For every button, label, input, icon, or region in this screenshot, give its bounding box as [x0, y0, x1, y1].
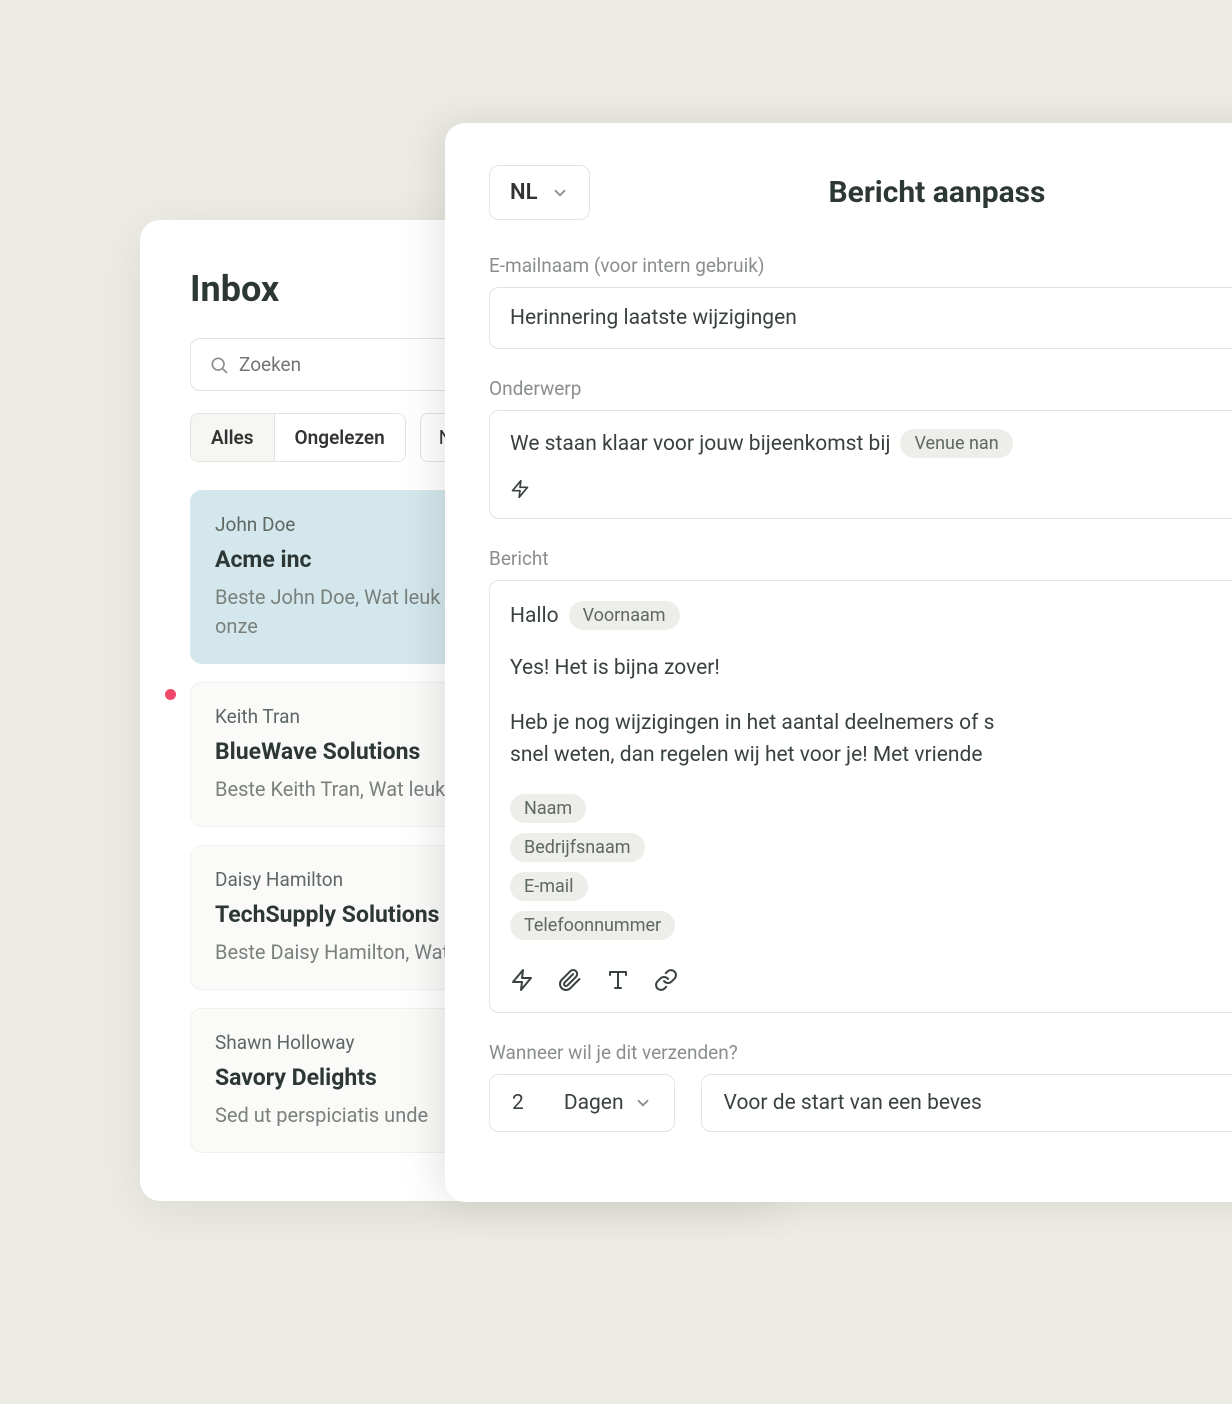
variable-token[interactable]: E-mail: [510, 872, 588, 901]
delay-quantity-select[interactable]: 2 Dagen: [489, 1074, 675, 1132]
language-select[interactable]: NL: [489, 165, 590, 220]
email-name-input[interactable]: [489, 287, 1232, 349]
greeting-line: Hallo Voornaam: [510, 601, 1232, 630]
variable-token[interactable]: Voornaam: [569, 601, 680, 630]
body-text: Heb je nog wijzigingen in het aantal dee…: [510, 707, 1232, 772]
delay-number: 2: [512, 1091, 524, 1115]
link-icon[interactable]: [654, 968, 678, 992]
field-label: Onderwerp: [489, 377, 1232, 400]
tab-group-status: Alles Ongelezen: [190, 413, 406, 462]
editor-toolbar: [510, 962, 1232, 992]
field-label: Bericht: [489, 547, 1232, 570]
variable-token[interactable]: Telefoonnummer: [510, 911, 675, 940]
subject-text: We staan klaar voor jouw bijeenkomst bij: [510, 432, 890, 456]
variable-token[interactable]: Bedrijfsnaam: [510, 833, 645, 862]
text-format-icon[interactable]: [606, 968, 630, 992]
subject-field: Onderwerp We staan klaar voor jouw bijee…: [489, 377, 1232, 519]
message-editor-panel: NL Bericht aanpass E-mailnaam (voor inte…: [445, 123, 1232, 1202]
variable-token[interactable]: Naam: [510, 794, 586, 823]
tab-all[interactable]: Alles: [191, 414, 274, 461]
language-value: NL: [510, 180, 537, 205]
subject-input[interactable]: We staan klaar voor jouw bijeenkomst bij…: [489, 410, 1232, 519]
when-field: Wanneer wil je dit verzenden? 2 Dagen Vo…: [489, 1041, 1232, 1132]
editor-header: NL Bericht aanpass: [489, 165, 1232, 220]
search-icon: [209, 355, 229, 375]
token-signature: Naam Bedrijfsnaam E-mail Telefoonnummer: [510, 794, 1232, 940]
email-name-field: E-mailnaam (voor intern gebruik): [489, 254, 1232, 349]
message-body-field: Bericht Hallo Voornaam Yes! Het is bijna…: [489, 547, 1232, 1013]
body-text: Yes! Het is bijna zover!: [510, 652, 1232, 685]
chevron-down-icon: [551, 184, 569, 202]
field-label: E-mailnaam (voor intern gebruik): [489, 254, 1232, 277]
when-row: 2 Dagen Voor de start van een beves: [489, 1074, 1232, 1132]
chevron-down-icon: [634, 1094, 652, 1112]
unread-indicator-icon: [165, 689, 176, 700]
variable-token[interactable]: Venue nan: [900, 429, 1012, 458]
delay-unit: Dagen: [564, 1091, 624, 1115]
editor-title: Bericht aanpass: [828, 175, 1045, 210]
subject-content: We staan klaar voor jouw bijeenkomst bij…: [510, 429, 1232, 458]
trigger-select[interactable]: Voor de start van een beves: [701, 1074, 1232, 1132]
trigger-text: Voor de start van een beves: [724, 1091, 982, 1115]
field-label: Wanneer wil je dit verzenden?: [489, 1041, 1232, 1064]
lightning-icon[interactable]: [510, 968, 534, 992]
greeting-text: Hallo: [510, 604, 559, 628]
paperclip-icon[interactable]: [558, 968, 582, 992]
tab-unread[interactable]: Ongelezen: [274, 414, 405, 461]
lightning-icon[interactable]: [510, 478, 530, 500]
message-body-input[interactable]: Hallo Voornaam Yes! Het is bijna zover! …: [489, 580, 1232, 1013]
